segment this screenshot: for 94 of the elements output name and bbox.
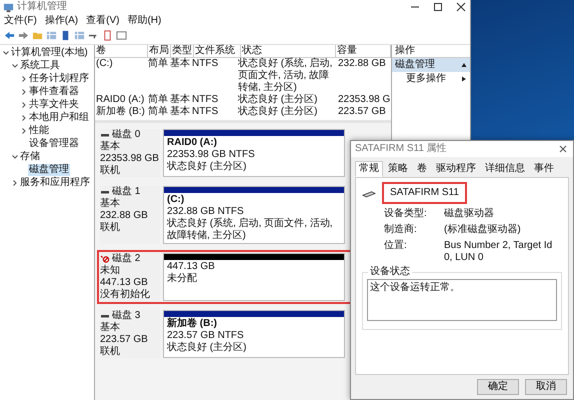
tab[interactable]: 事件 [530,161,558,177]
tree-item[interactable]: 性能 [28,124,50,136]
disk-size: 232.88 GB [100,210,149,222]
table-cell: 22353.98 G [337,94,391,106]
partition-status: 未分配 [167,273,198,285]
tree-item[interactable]: 任务计划程序 [28,72,90,84]
menu-item[interactable]: 操作(A) [44,15,78,28]
status-text: 这个设备运转正常。 [370,282,460,293]
table-cell-text: NTFS [191,94,220,106]
table-cell-text: 232.88 GB [337,58,387,71]
table-cell-text: RAID0 (A:) [95,94,146,106]
table-cell: 简单 [147,106,169,118]
tree-item[interactable]: 服务和应用程序 [19,176,91,188]
table-cell-text: 223.57 GB [337,106,387,118]
table-cell-text: 简单 [147,94,169,106]
dialog-button[interactable]: 确定 [477,379,519,395]
table-cell-text: 基本 [169,58,191,71]
section-label: 磁盘管理 [395,59,435,71]
table-cell-text: 状态良好 (系统, 启动, 页面文件, 活动, 故障转储, 主分区) [237,58,334,93]
partition-box[interactable]: 447.13 GB 未分配 [163,253,345,301]
table-cell: 基本 [169,106,191,118]
column-header[interactable]: 容量 [336,45,391,58]
partition-status: 状态良好 (主分区) [167,342,248,354]
dialog-button[interactable]: 取消 [525,379,567,395]
partition-status: 状态良好 (系统, 启动, 页面文件, 活动, 故障转储, 主分区) [167,218,334,242]
table-cell-text: 基本 [169,94,191,106]
menu-item[interactable]: 查看(V) [86,15,120,28]
column-header[interactable]: 状态 [241,45,336,58]
tree-item[interactable]: 计算机管理(本地) [10,46,89,58]
disk-status: 没有初始化 [100,289,151,301]
tree-item[interactable]: 设备管理器 [28,138,80,150]
window-title: 计算机管理 [17,1,67,13]
field-value: 磁盘驱动器 [444,208,495,220]
menu-item[interactable]: 帮助(H) [127,15,162,28]
tab[interactable]: 卷 [413,161,431,177]
field-label: 制造商: [384,224,418,236]
tree-item[interactable]: 磁盘管理 [28,164,70,176]
disk-name: 磁盘 0 [112,129,140,140]
partition-size: 232.88 GB NTFS [167,206,245,218]
disk-type: 基本 [100,322,121,334]
partition-name: RAID0 (A:) [167,137,218,149]
action-section[interactable]: 磁盘管理 [392,58,470,72]
partition-box[interactable]: (C:) 232.88 GB NTFS 状态良好 (系统, 启动, 页面文件, 活动, 故障转储, 主分区) [163,186,345,244]
menu-item[interactable]: 文件(F) [4,15,37,28]
disk-name: 磁盘 2 [112,253,140,265]
column-header[interactable]: 文件系统 [194,45,241,58]
field-label: 设备类型: [384,208,428,220]
tab[interactable]: 策略 [384,161,412,177]
table-cell-text: NTFS [191,58,220,71]
disk-size: 22353.98 GB [100,153,160,164]
field-label: 位置: [384,240,408,253]
tree-item[interactable]: 存储 [19,150,41,162]
disk-name: 磁盘 3 [112,310,140,322]
device-name: SATAFIRM S11 [382,182,467,204]
disk-type: 未知 [100,265,121,277]
disk-size: 223.57 GB [100,334,149,346]
tree-item[interactable]: 本地用户和组 [28,112,90,124]
partition-box[interactable]: RAID0 (A:) 22353.98 GB NTFS 状态良好 (主分区) [163,129,345,177]
column-header[interactable]: 布局 [148,45,171,58]
table-cell-text: 新加卷 (B:) [95,106,146,118]
partition-size: 447.13 GB [167,261,216,272]
partition-name: (C:) [167,194,186,206]
dialog-title: SATAFIRM S11 属性 [355,143,447,155]
disk-status: 联机 [100,222,121,234]
field-value: Bus Number 2, Target Id 0, LUN 0 [444,240,554,264]
partition-box[interactable]: 新加卷 (B:) 223.57 GB NTFS 状态良好 (主分区) [163,310,345,358]
table-cell-text: 简单 [147,58,169,71]
disk-status: 联机 [100,165,121,177]
disk-name: 磁盘 1 [112,186,140,198]
status-text-box[interactable]: 这个设备运转正常。 [367,279,557,321]
partition-size: 223.57 GB NTFS [167,330,245,342]
tree-item[interactable]: 系统工具 [19,60,61,72]
table-cell-text: (C:) [95,58,114,71]
action-label: 更多操作 [406,73,446,85]
tab[interactable]: 详细信息 [481,161,529,177]
disk-type: 基本 [100,141,121,153]
disk-size: 447.13 GB [100,277,149,288]
column-header[interactable]: 卷 [95,45,148,58]
tab[interactable]: 常规 [355,161,383,177]
table-cell-text: 状态良好 (主分区) [237,94,318,105]
disk-status: 联机 [100,346,121,358]
field-value: (标准磁盘驱动器) [444,224,522,236]
table-cell-text: 状态良好 (主分区) [237,106,318,118]
partition-name: 新加卷 (B:) [167,318,218,330]
tab[interactable]: 驱动程序 [432,161,480,177]
tree-item[interactable]: 共享文件夹 [28,98,80,110]
disk-type: 基本 [100,198,121,210]
action-item[interactable]: 更多操作 [392,72,470,86]
group-label: 设备状态 [368,266,412,278]
table-cell-text: NTFS [191,106,220,118]
tree-item[interactable]: 事件查看器 [28,86,80,98]
partition-status: 状态良好 (主分区) [167,161,248,173]
column-header[interactable]: 类型 [171,45,194,58]
partition-size: 22353.98 GB NTFS [167,149,256,160]
